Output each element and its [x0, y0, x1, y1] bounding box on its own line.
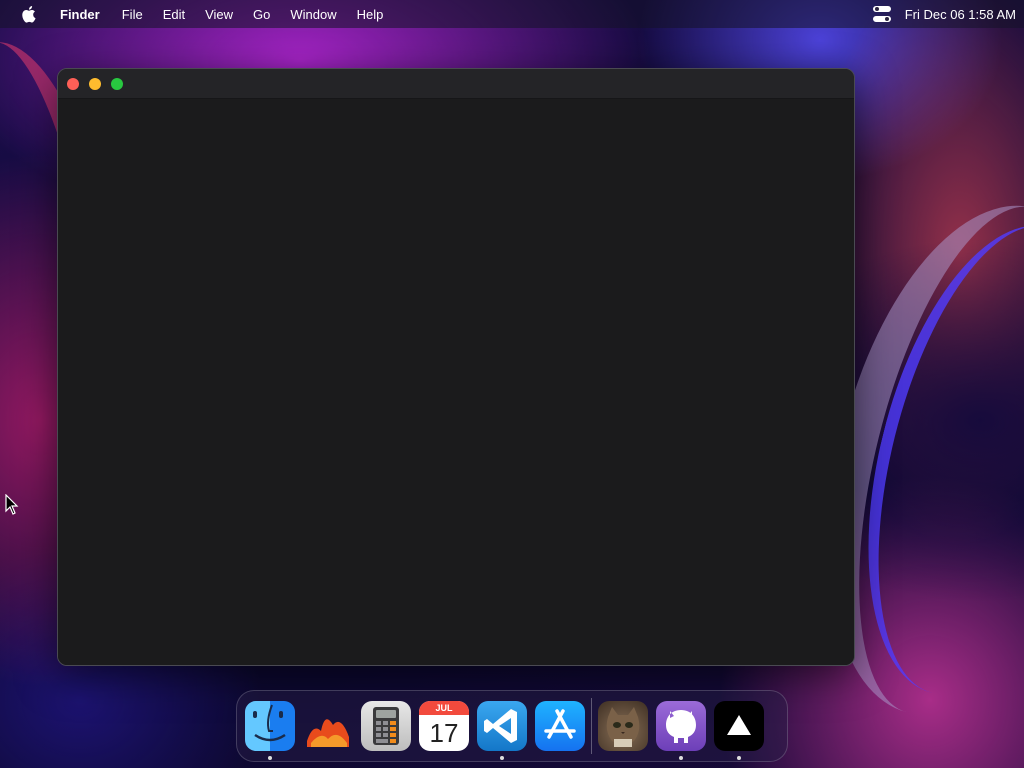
dock-item-github-desktop[interactable]: [656, 701, 706, 760]
vscode-icon[interactable]: [477, 701, 527, 751]
mouse-cursor-icon: [5, 494, 19, 515]
running-indicator: [737, 756, 741, 760]
calendar-icon[interactable]: JUL 17: [419, 701, 469, 751]
vercel-triangle-icon[interactable]: [714, 701, 764, 751]
dock-item-calendar[interactable]: JUL 17: [419, 701, 469, 751]
github-desktop-icon[interactable]: [656, 701, 706, 751]
window-content: [58, 99, 854, 665]
dock-item-finder[interactable]: [245, 701, 295, 760]
dock-item-app-store[interactable]: [535, 701, 585, 751]
apple-menu-icon[interactable]: [20, 5, 38, 23]
running-indicator: [679, 756, 683, 760]
dock: JUL 17: [236, 690, 788, 762]
photos-app-icon[interactable]: [303, 701, 353, 751]
running-indicator: [268, 756, 272, 760]
calculator-icon[interactable]: [361, 701, 411, 751]
app-store-icon[interactable]: [535, 701, 585, 751]
dock-item-cat-photo[interactable]: [598, 701, 648, 751]
menu-edit[interactable]: Edit: [159, 7, 189, 22]
dock-separator: [591, 698, 592, 754]
dock-item-calculator[interactable]: [361, 701, 411, 751]
cat-photo-icon[interactable]: [598, 701, 648, 751]
menu-go[interactable]: Go: [249, 7, 274, 22]
dock-item-vscode[interactable]: [477, 701, 527, 760]
menu-window[interactable]: Window: [286, 7, 340, 22]
calendar-month: JUL: [419, 701, 469, 715]
minimize-window-button[interactable]: [89, 77, 101, 90]
window-titlebar[interactable]: [58, 69, 854, 99]
close-window-button[interactable]: [67, 77, 79, 90]
menu-view[interactable]: View: [201, 7, 237, 22]
calendar-day: 17: [429, 718, 459, 748]
running-indicator: [500, 756, 504, 760]
menu-file[interactable]: File: [118, 7, 147, 22]
finder-icon[interactable]: [245, 701, 295, 751]
app-name-menu[interactable]: Finder: [56, 7, 104, 22]
menu-help[interactable]: Help: [353, 7, 388, 22]
menu-bar: Finder File Edit View Go Window Help Fri…: [0, 0, 1024, 28]
dock-item-vercel[interactable]: [714, 701, 764, 760]
maximize-window-button[interactable]: [111, 77, 123, 90]
control-center-icon[interactable]: [872, 6, 891, 22]
menu-bar-clock[interactable]: Fri Dec 06 1:58 AM: [905, 7, 1016, 22]
finder-window: [57, 68, 855, 666]
dock-item-photos[interactable]: [303, 701, 353, 751]
